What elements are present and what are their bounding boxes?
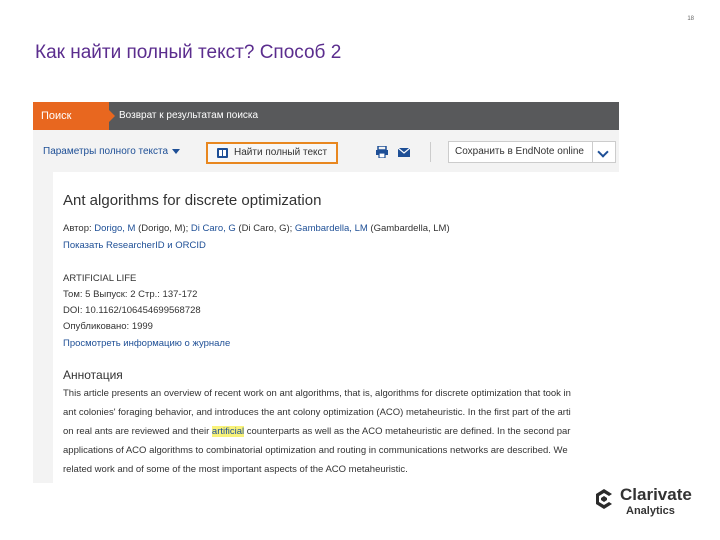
- author-fullname: (Gambardella, LM): [370, 223, 450, 234]
- abstract-heading: Аннотация: [63, 368, 123, 382]
- author-line: Автор: Dorigo, M (Dorigo, M); Di Caro, G…: [63, 223, 450, 234]
- clarivate-logo-text: Clarivate: [620, 485, 692, 504]
- find-fulltext-label: Найти полный текст: [234, 147, 328, 158]
- wos-screenshot: Поиск Возврат к результатам поиска Парам…: [33, 102, 619, 483]
- author-link[interactable]: Di Caro, G: [191, 223, 236, 234]
- print-icon[interactable]: [376, 146, 388, 158]
- email-icon[interactable]: [398, 148, 410, 157]
- find-fulltext-button[interactable]: Найти полный текст: [206, 142, 338, 164]
- doi: DOI: 10.1162/106454699568728: [63, 305, 201, 316]
- fulltext-icon: [217, 148, 228, 158]
- abstract-line: applications of ACO algorithms to combin…: [63, 445, 568, 456]
- save-endnote-select[interactable]: Сохранить в EndNote online: [448, 141, 616, 163]
- record-content: Ant algorithms for discrete optimization…: [53, 172, 619, 483]
- abstract-line-prefix: on real ants are reviewed and their: [63, 426, 210, 437]
- slide-number: 18: [687, 16, 694, 22]
- toolbar-divider: [430, 142, 431, 162]
- fulltext-options-label: Параметры полного текста: [43, 146, 169, 157]
- fulltext-options-dropdown[interactable]: Параметры полного текста: [43, 146, 181, 157]
- record-toolbar: Параметры полного текста Найти полный те…: [33, 130, 619, 172]
- journal-info-link[interactable]: Просмотреть информацию о журнале: [63, 338, 230, 349]
- abstract-line: This article presents an overview of rec…: [63, 388, 571, 399]
- back-to-results-link[interactable]: Возврат к результатам поиска: [119, 102, 258, 130]
- author-link[interactable]: Gambardella, LM: [295, 223, 368, 234]
- published-date: Опубликовано: 1999: [63, 321, 153, 332]
- analytics-logo-text: Analytics: [626, 505, 675, 517]
- abstract-line-suffix: counterparts as well as the ACO metaheur…: [246, 426, 571, 437]
- author-link[interactable]: Dorigo, M: [94, 223, 135, 234]
- abstract-line: ant colonies' foraging behavior, and int…: [63, 407, 571, 418]
- chevron-down-icon: [172, 148, 181, 154]
- author-fullname: (Di Caro, G);: [238, 223, 293, 234]
- researcher-id-link[interactable]: Показать ResearcherID и ORCID: [63, 240, 206, 251]
- save-endnote-label: Сохранить в EndNote online: [455, 146, 584, 157]
- slide-title: Как найти полный текст? Способ 2: [35, 42, 342, 63]
- abstract-line: on real ants are reviewed and their arti…: [63, 426, 619, 437]
- journal-name: ARTIFICIAL LIFE: [63, 273, 137, 284]
- search-term-highlight: artificial: [211, 426, 245, 437]
- author-label: Автор:: [63, 223, 92, 234]
- volume-issue-pages: Том: 5 Выпуск: 2 Стр.: 137-172: [63, 289, 198, 300]
- author-fullname: (Dorigo, M);: [138, 223, 189, 234]
- search-tab[interactable]: Поиск: [33, 102, 109, 130]
- abstract-line: related work and of some of the most imp…: [63, 464, 408, 475]
- clarivate-logo-icon: [596, 489, 612, 509]
- search-tab-arrow: [109, 110, 115, 122]
- top-navigation-bar: Поиск Возврат к результатам поиска: [33, 102, 619, 130]
- chevron-down-icon[interactable]: [592, 142, 615, 162]
- article-title: Ant algorithms for discrete optimization: [63, 192, 322, 209]
